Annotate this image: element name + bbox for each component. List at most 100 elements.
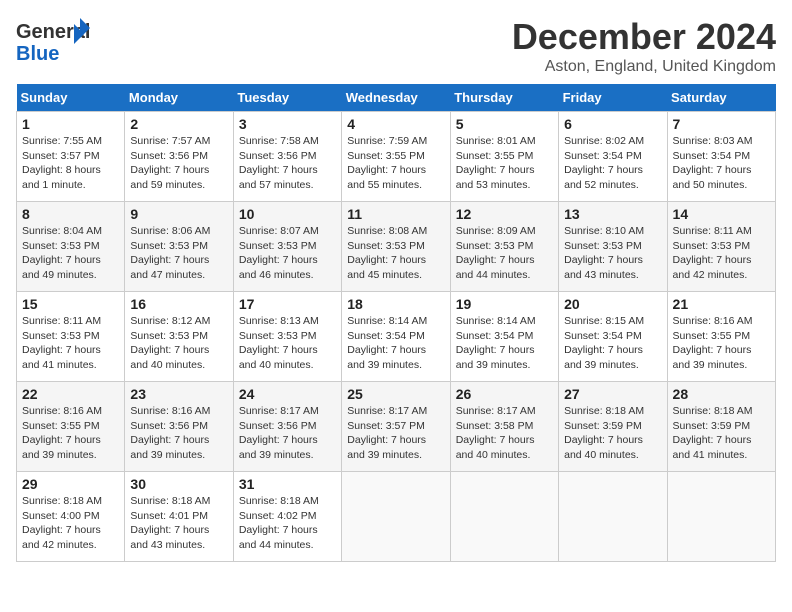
day-info: Sunrise: 8:12 AM Sunset: 3:53 PM Dayligh… xyxy=(130,314,227,373)
day-info: Sunrise: 8:01 AM Sunset: 3:55 PM Dayligh… xyxy=(456,134,553,193)
logo: GeneralBlue xyxy=(16,16,96,66)
day-info: Sunrise: 8:17 AM Sunset: 3:56 PM Dayligh… xyxy=(239,404,336,463)
day-info: Sunrise: 8:14 AM Sunset: 3:54 PM Dayligh… xyxy=(347,314,444,373)
day-number: 15 xyxy=(22,296,119,312)
day-number: 13 xyxy=(564,206,661,222)
day-info: Sunrise: 7:59 AM Sunset: 3:55 PM Dayligh… xyxy=(347,134,444,193)
calendar-cell: 5Sunrise: 8:01 AM Sunset: 3:55 PM Daylig… xyxy=(450,112,558,202)
week-row-1: 1Sunrise: 7:55 AM Sunset: 3:57 PM Daylig… xyxy=(17,112,776,202)
weekday-header-saturday: Saturday xyxy=(667,84,775,112)
day-info: Sunrise: 8:10 AM Sunset: 3:53 PM Dayligh… xyxy=(564,224,661,283)
day-info: Sunrise: 8:18 AM Sunset: 4:00 PM Dayligh… xyxy=(22,494,119,553)
calendar-cell: 18Sunrise: 8:14 AM Sunset: 3:54 PM Dayli… xyxy=(342,292,450,382)
weekday-header-tuesday: Tuesday xyxy=(233,84,341,112)
day-info: Sunrise: 8:07 AM Sunset: 3:53 PM Dayligh… xyxy=(239,224,336,283)
day-info: Sunrise: 8:17 AM Sunset: 3:57 PM Dayligh… xyxy=(347,404,444,463)
calendar-cell xyxy=(667,472,775,562)
day-info: Sunrise: 8:16 AM Sunset: 3:55 PM Dayligh… xyxy=(22,404,119,463)
calendar-cell: 11 Sunrise: 8:08 AM Sunset: 3:53 PM Dayli… xyxy=(342,202,450,292)
week-row-2: 8 Sunrise: 8:04 AM Sunset: 3:53 PM Daylig… xyxy=(17,202,776,292)
weekday-header-monday: Monday xyxy=(125,84,233,112)
day-info: Sunrise: 7:57 AM Sunset: 3:56 PM Dayligh… xyxy=(130,134,227,193)
day-number: 31 xyxy=(239,476,336,492)
day-number: 26 xyxy=(456,386,553,402)
title-block: December 2024 Aston, England, United Kin… xyxy=(512,16,776,76)
day-info: Sunrise: 8:18 AM Sunset: 4:01 PM Dayligh… xyxy=(130,494,227,553)
day-number: 20 xyxy=(564,296,661,312)
calendar-cell: 22 Sunrise: 8:16 AM Sunset: 3:55 PM Dayli… xyxy=(17,382,125,472)
day-info: Sunrise: 8:06 AM Sunset: 3:53 PM Dayligh… xyxy=(130,224,227,283)
day-number: 27 xyxy=(564,386,661,402)
calendar-cell: 17 Sunrise: 8:13 AM Sunset: 3:53 PM Dayli… xyxy=(233,292,341,382)
weekday-header-thursday: Thursday xyxy=(450,84,558,112)
day-number: 21 xyxy=(673,296,770,312)
day-info: Sunrise: 8:16 AM Sunset: 3:56 PM Dayligh… xyxy=(130,404,227,463)
day-info: Sunrise: 8:02 AM Sunset: 3:54 PM Dayligh… xyxy=(564,134,661,193)
calendar-cell xyxy=(559,472,667,562)
calendar-cell: 8 Sunrise: 8:04 AM Sunset: 3:53 PM Daylig… xyxy=(17,202,125,292)
day-number: 7 xyxy=(673,116,770,132)
calendar-cell: 26 Sunrise: 8:17 AM Sunset: 3:58 PM Dayli… xyxy=(450,382,558,472)
day-info: Sunrise: 8:17 AM Sunset: 3:58 PM Dayligh… xyxy=(456,404,553,463)
day-info: Sunrise: 8:16 AM Sunset: 3:55 PM Dayligh… xyxy=(673,314,770,373)
day-info: Sunrise: 8:14 AM Sunset: 3:54 PM Dayligh… xyxy=(456,314,553,373)
calendar-cell: 24 Sunrise: 8:17 AM Sunset: 3:56 PM Dayli… xyxy=(233,382,341,472)
day-number: 28 xyxy=(673,386,770,402)
week-row-5: 29 Sunrise: 8:18 AM Sunset: 4:00 PM Dayli… xyxy=(17,472,776,562)
day-info: Sunrise: 8:11 AM Sunset: 3:53 PM Dayligh… xyxy=(22,314,119,373)
calendar-cell: 23 Sunrise: 8:16 AM Sunset: 3:56 PM Dayli… xyxy=(125,382,233,472)
day-number: 25 xyxy=(347,386,444,402)
calendar-cell: 14Sunrise: 8:11 AM Sunset: 3:53 PM Dayli… xyxy=(667,202,775,292)
calendar-cell: 20 Sunrise: 8:15 AM Sunset: 3:54 PM Dayli… xyxy=(559,292,667,382)
day-info: Sunrise: 8:18 AM Sunset: 4:02 PM Dayligh… xyxy=(239,494,336,553)
day-info: Sunrise: 8:13 AM Sunset: 3:53 PM Dayligh… xyxy=(239,314,336,373)
calendar-cell: 13 Sunrise: 8:10 AM Sunset: 3:53 PM Dayli… xyxy=(559,202,667,292)
day-number: 3 xyxy=(239,116,336,132)
day-number: 10 xyxy=(239,206,336,222)
weekday-header-row: SundayMondayTuesdayWednesdayThursdayFrid… xyxy=(17,84,776,112)
day-info: Sunrise: 8:03 AM Sunset: 3:54 PM Dayligh… xyxy=(673,134,770,193)
calendar-cell: 3 Sunrise: 7:58 AM Sunset: 3:56 PM Daylig… xyxy=(233,112,341,202)
calendar-cell: 27 Sunrise: 8:18 AM Sunset: 3:59 PM Dayli… xyxy=(559,382,667,472)
day-info: Sunrise: 8:09 AM Sunset: 3:53 PM Dayligh… xyxy=(456,224,553,283)
day-info: Sunrise: 8:18 AM Sunset: 3:59 PM Dayligh… xyxy=(564,404,661,463)
calendar-cell: 29 Sunrise: 8:18 AM Sunset: 4:00 PM Dayli… xyxy=(17,472,125,562)
day-number: 30 xyxy=(130,476,227,492)
day-number: 11 xyxy=(347,206,444,222)
header: GeneralBlue December 2024 Aston, England… xyxy=(16,16,776,76)
calendar-cell: 15 Sunrise: 8:11 AM Sunset: 3:53 PM Dayli… xyxy=(17,292,125,382)
day-info: Sunrise: 8:08 AM Sunset: 3:53 PM Dayligh… xyxy=(347,224,444,283)
day-number: 2 xyxy=(130,116,227,132)
day-number: 24 xyxy=(239,386,336,402)
day-number: 17 xyxy=(239,296,336,312)
day-number: 16 xyxy=(130,296,227,312)
day-info: Sunrise: 8:18 AM Sunset: 3:59 PM Dayligh… xyxy=(673,404,770,463)
month-title: December 2024 xyxy=(512,16,776,58)
calendar-cell: 30 Sunrise: 8:18 AM Sunset: 4:01 PM Dayli… xyxy=(125,472,233,562)
calendar-cell: 25 Sunrise: 8:17 AM Sunset: 3:57 PM Dayli… xyxy=(342,382,450,472)
calendar-cell: 4Sunrise: 7:59 AM Sunset: 3:55 PM Daylig… xyxy=(342,112,450,202)
calendar-cell: 2 Sunrise: 7:57 AM Sunset: 3:56 PM Daylig… xyxy=(125,112,233,202)
day-number: 12 xyxy=(456,206,553,222)
calendar-cell: 16 Sunrise: 8:12 AM Sunset: 3:53 PM Dayli… xyxy=(125,292,233,382)
calendar-cell: 28 Sunrise: 8:18 AM Sunset: 3:59 PM Dayli… xyxy=(667,382,775,472)
weekday-header-friday: Friday xyxy=(559,84,667,112)
location: Aston, England, United Kingdom xyxy=(512,58,776,76)
calendar-cell: 31 Sunrise: 8:18 AM Sunset: 4:02 PM Dayli… xyxy=(233,472,341,562)
day-info: Sunrise: 8:04 AM Sunset: 3:53 PM Dayligh… xyxy=(22,224,119,283)
day-number: 23 xyxy=(130,386,227,402)
calendar-cell: 9 Sunrise: 8:06 AM Sunset: 3:53 PM Daylig… xyxy=(125,202,233,292)
day-number: 8 xyxy=(22,206,119,222)
calendar-cell: 12 Sunrise: 8:09 AM Sunset: 3:53 PM Dayli… xyxy=(450,202,558,292)
calendar-cell: 1Sunrise: 7:55 AM Sunset: 3:57 PM Daylig… xyxy=(17,112,125,202)
day-number: 22 xyxy=(22,386,119,402)
day-number: 9 xyxy=(130,206,227,222)
day-number: 29 xyxy=(22,476,119,492)
calendar-cell: 6Sunrise: 8:02 AM Sunset: 3:54 PM Daylig… xyxy=(559,112,667,202)
calendar-cell xyxy=(450,472,558,562)
day-number: 1 xyxy=(22,116,119,132)
day-info: Sunrise: 7:58 AM Sunset: 3:56 PM Dayligh… xyxy=(239,134,336,193)
calendar-cell: 10 Sunrise: 8:07 AM Sunset: 3:53 PM Dayli… xyxy=(233,202,341,292)
calendar-table: SundayMondayTuesdayWednesdayThursdayFrid… xyxy=(16,84,776,562)
day-info: Sunrise: 8:15 AM Sunset: 3:54 PM Dayligh… xyxy=(564,314,661,373)
